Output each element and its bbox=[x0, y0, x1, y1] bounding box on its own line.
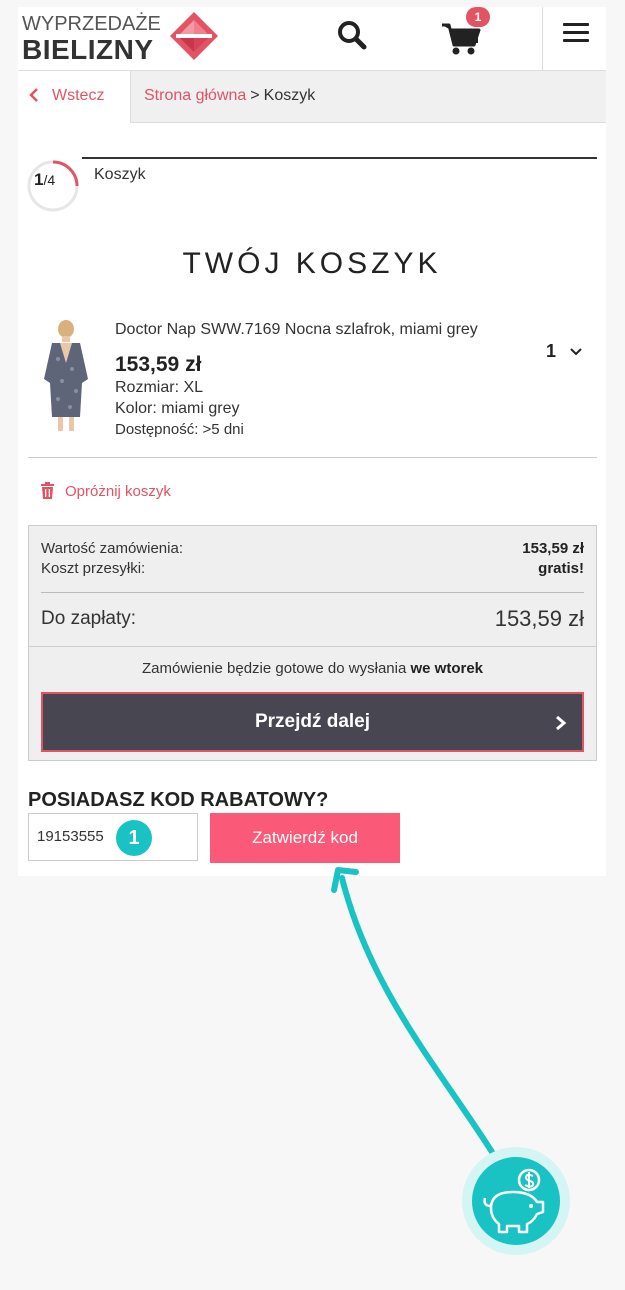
back-button[interactable]: Wstecz bbox=[18, 71, 131, 123]
product-availability: Dostępność: >5 dni bbox=[115, 421, 244, 438]
step-total: /4 bbox=[43, 172, 56, 188]
cart-page: WYPRZEDAŻE BIELIZNY 1 Wstecz Strona głów… bbox=[18, 7, 606, 876]
ready-day: we wtorek bbox=[410, 660, 484, 677]
shipping-label: Koszt przesyłki: bbox=[41, 560, 146, 577]
submit-coupon-button[interactable]: Zatwierdź kod bbox=[210, 813, 400, 863]
chevron-right-icon bbox=[556, 715, 567, 731]
summary-divider-2 bbox=[29, 646, 596, 647]
product-price: 153,59 zł bbox=[115, 353, 202, 376]
logo-line2: BIELIZNY bbox=[22, 34, 154, 65]
proceed-label: Przejdź dalej bbox=[254, 711, 371, 732]
to-pay-label: Do zapłaty: bbox=[41, 608, 137, 629]
product-divider bbox=[28, 457, 597, 458]
back-label: Wstecz bbox=[52, 87, 105, 104]
cart-count-badge: 1 bbox=[466, 7, 490, 27]
breadcrumb-home-link[interactable]: Strona główna bbox=[144, 87, 246, 104]
order-value-label: Wartość zamówienia: bbox=[41, 540, 183, 557]
coupon-title: POSIADASZ KOD RABATOWY? bbox=[28, 789, 329, 811]
step-label: Koszyk bbox=[94, 166, 146, 183]
quantity-select[interactable]: 1 bbox=[546, 341, 590, 365]
ready-text: Zamówienie będzie gotowe do wysłania bbox=[141, 660, 407, 677]
product-image[interactable] bbox=[38, 319, 94, 435]
shipping-ready-note: Zamówienie będzie gotowe do wysłania we … bbox=[29, 660, 596, 677]
order-summary: Wartość zamówienia: 153,59 zł Koszt prze… bbox=[28, 525, 597, 761]
site-header: WYPRZEDAŻE BIELIZNY 1 bbox=[18, 7, 606, 71]
shipping-value: gratis! bbox=[538, 560, 584, 577]
product-size: Rozmiar: XL bbox=[115, 379, 204, 396]
product-color: Kolor: miami grey bbox=[115, 400, 240, 417]
annotation-arrow bbox=[331, 867, 495, 1155]
breadcrumb-path: Strona główna > Koszyk bbox=[144, 87, 315, 105]
header-divider bbox=[542, 7, 543, 71]
breadcrumb-separator: > bbox=[250, 87, 260, 104]
step-counter: 1/4 bbox=[34, 170, 55, 190]
summary-divider bbox=[41, 592, 584, 593]
breadcrumb-current: Koszyk bbox=[263, 87, 316, 104]
annotation-marker: 1 bbox=[116, 820, 152, 856]
coupon-code-input[interactable]: 19153555 bbox=[28, 813, 198, 861]
breadcrumb: Wstecz Strona główna > Koszyk bbox=[18, 71, 606, 123]
logo-line1: WYPRZEDAŻE bbox=[22, 13, 161, 35]
page-title: TWÓJ KOSZYK bbox=[182, 247, 442, 280]
hamburger-menu-icon[interactable] bbox=[563, 23, 589, 47]
order-value: 153,59 zł bbox=[522, 540, 584, 557]
search-icon[interactable] bbox=[336, 19, 368, 51]
chevron-down-icon bbox=[570, 348, 582, 356]
empty-cart-label: Opróżnij koszyk bbox=[65, 483, 171, 500]
quantity-value: 1 bbox=[546, 341, 557, 361]
proceed-button[interactable]: Przejdź dalej bbox=[41, 692, 584, 752]
chevron-left-icon bbox=[29, 88, 38, 102]
product-name[interactable]: Doctor Nap SWW.7169 Nocna szlafrok, miam… bbox=[115, 321, 478, 339]
step-line bbox=[82, 157, 597, 159]
trash-icon bbox=[41, 482, 54, 499]
logo-diamond-icon bbox=[170, 12, 218, 60]
site-logo[interactable]: WYPRZEDAŻE BIELIZNY bbox=[22, 10, 222, 66]
to-pay-value: 153,59 zł bbox=[494, 606, 584, 631]
piggy-bank-icon bbox=[462, 1147, 570, 1255]
